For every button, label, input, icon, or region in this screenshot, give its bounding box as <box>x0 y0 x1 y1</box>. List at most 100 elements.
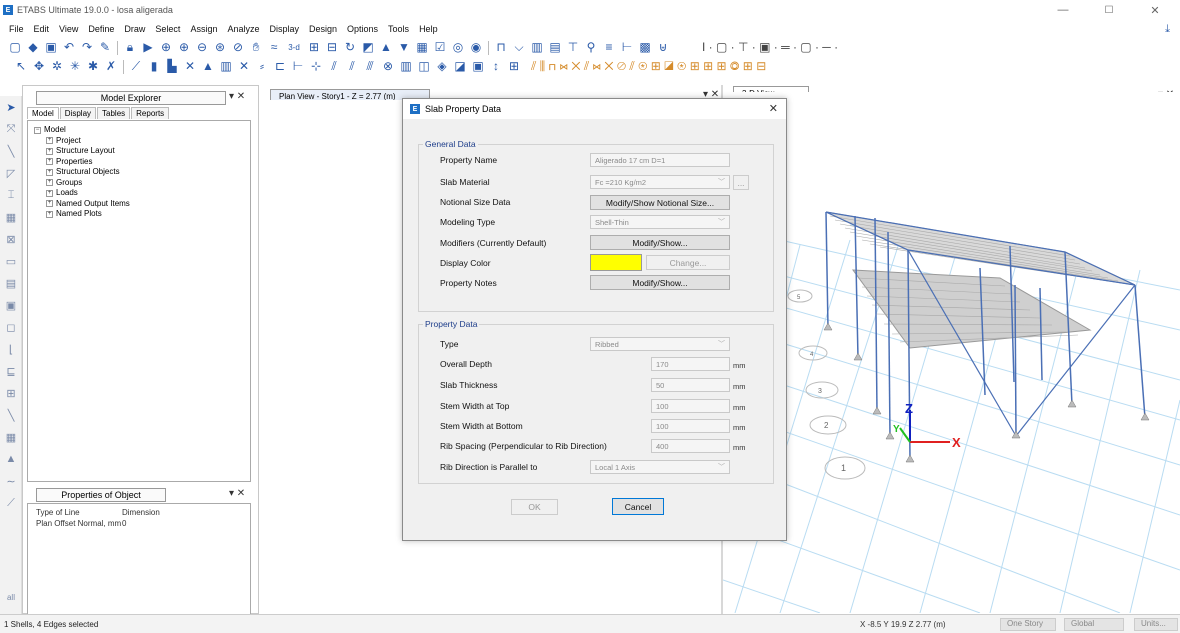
3d-view-icon[interactable]: 3-d <box>283 38 305 57</box>
quick-draw-brace-icon[interactable]: ⫻ <box>361 57 379 76</box>
tab-model[interactable]: Model <box>27 107 59 119</box>
draw-reference-icon[interactable]: ⊹ <box>307 57 325 76</box>
draw-tools-icon[interactable]: I · ▢ · ⊤ · ▣ · ═ · ▢ · ─ · <box>672 38 838 57</box>
draw-table-icon[interactable]: ▦ <box>0 426 22 448</box>
pointer-icon[interactable]: ➤ <box>0 96 22 118</box>
draw-beam-strip-icon[interactable]: ⌊ <box>0 338 22 360</box>
tab-tables[interactable]: Tables <box>97 107 131 119</box>
draw-wall-stack-icon[interactable]: ▤ <box>0 272 22 294</box>
perspective-icon[interactable]: ◩ <box>359 38 377 57</box>
tree-root[interactable]: − Model <box>34 125 244 136</box>
expand-icon[interactable]: + <box>46 179 53 187</box>
display-color-swatch[interactable] <box>590 254 642 271</box>
expand-icon[interactable]: + <box>46 210 53 218</box>
draw-ramp-icon[interactable]: ⟋ <box>0 492 22 514</box>
tab-display[interactable]: Display <box>59 107 97 119</box>
assign-loads-icon[interactable]: ⫽ ⫼ ⊓ ⋈ ✕ ⫽ ⋈ ✕ ⊘ ⫽ ⊛ ⊞ ◪ ⊛ ⊞ ⊞ ⊞ ◎ ⊞ ⊟ <box>523 57 783 76</box>
zoom-out-icon[interactable]: ⊖ <box>193 38 211 57</box>
undo-icon[interactable]: ↶ <box>60 38 78 57</box>
quick-draw-secondary-icon[interactable]: ⫽ <box>343 57 361 76</box>
draw-wall-icon[interactable]: ✕ <box>181 57 199 76</box>
tree-item-structure-layout[interactable]: + Structure Layout <box>34 146 244 157</box>
draw-stair-icon[interactable]: ▲ <box>0 448 22 470</box>
draw-tendon-icon[interactable]: ⊞ <box>0 382 22 404</box>
menu-select[interactable]: Select <box>150 24 185 34</box>
draw-opening-icon[interactable]: ▲ <box>199 57 217 76</box>
ok-button[interactable]: OK <box>511 499 558 515</box>
steel-frame-design-icon[interactable]: ≡ <box>600 38 618 57</box>
menu-draw[interactable]: Draw <box>119 24 150 34</box>
menu-tools[interactable]: Tools <box>383 24 414 34</box>
slab-material-select[interactable]: Fc =210 Kg/m2 ﹀ <box>590 175 730 189</box>
assign-shell-section-icon[interactable]: ◫ <box>415 57 433 76</box>
change-color-button[interactable]: Change... <box>646 255 730 270</box>
property-value[interactable]: 0 <box>122 519 126 530</box>
close-window-button[interactable]: ✕ <box>1132 0 1178 20</box>
plan-view-icon[interactable]: ⊞ <box>305 38 323 57</box>
draw-dimension-icon[interactable]: ✕ <box>235 57 253 76</box>
draw-frame-icon[interactable]: ✳ <box>66 57 84 76</box>
zoom-previous-icon[interactable]: ⊘ <box>229 38 247 57</box>
quick-draw-icon[interactable]: ⫽ <box>325 57 343 76</box>
3d-view-canvas[interactable]: 1 2 3 4 5 Z X Y <box>723 92 1180 613</box>
menu-view[interactable]: View <box>54 24 83 34</box>
zoom-window-icon[interactable]: ⊕ <box>157 38 175 57</box>
maximize-button[interactable]: ☐ <box>1086 0 1132 20</box>
draw-link-icon[interactable]: ✗ <box>102 57 120 76</box>
slab-type-select[interactable]: Ribbed ﹀ <box>590 337 730 351</box>
coordinate-system-select[interactable]: Global <box>1064 617 1124 631</box>
assign-diaphragm-icon[interactable]: ◈ <box>433 57 451 76</box>
minimize-button[interactable]: — <box>1040 0 1086 20</box>
run-analysis-icon[interactable]: ▶ <box>139 38 157 57</box>
modifiers-button[interactable]: Modify/Show... <box>590 235 730 250</box>
expand-icon[interactable]: + <box>46 200 53 208</box>
draw-column-icon[interactable]: ▮ <box>145 57 163 76</box>
stem-width-top-input[interactable]: 100 <box>651 399 730 413</box>
lock-icon[interactable]: 🔒︎ <box>121 38 139 57</box>
menu-help[interactable]: Help <box>414 24 443 34</box>
rib-direction-select[interactable]: Local 1 Axis ﹀ <box>590 460 730 474</box>
notional-size-button[interactable]: Modify/Show Notional Size... <box>590 195 730 210</box>
menu-design[interactable]: Design <box>304 24 342 34</box>
show-loads-icon[interactable]: ◉ <box>467 38 485 57</box>
story-select[interactable]: One Story <box>1000 617 1056 631</box>
move-up-icon[interactable]: ▲ <box>377 38 395 57</box>
draw-beam-icon[interactable]: ⟋ <box>127 57 145 76</box>
shear-wall-design-icon[interactable]: ▩ <box>636 38 654 57</box>
property-name-input[interactable]: Aligerado 17 cm D=1 <box>590 153 730 167</box>
menu-edit[interactable]: Edit <box>29 24 55 34</box>
assign-pier-icon[interactable]: ◪ <box>451 57 469 76</box>
property-row[interactable]: Plan Offset Normal, mm 0 <box>32 519 246 530</box>
zoom-all-icon[interactable]: ⊛ <box>211 38 229 57</box>
dialog-close-button[interactable]: ✕ <box>769 102 778 115</box>
menu-define[interactable]: Define <box>83 24 119 34</box>
draw-slab-icon[interactable]: ▙ <box>163 57 181 76</box>
tree-item-named-plots[interactable]: + Named Plots <box>34 209 244 220</box>
elevation-view-icon[interactable]: ⊟ <box>323 38 341 57</box>
draw-area-icon[interactable]: ◸ <box>0 162 22 184</box>
object-shrink-icon[interactable]: ▦ <box>413 38 431 57</box>
menu-analyze[interactable]: Analyze <box>222 24 264 34</box>
assign-restraints-icon[interactable]: ⊗ <box>379 57 397 76</box>
draw-line-icon[interactable]: ╲ <box>0 140 22 162</box>
tree-item-structural-objects[interactable]: + Structural Objects <box>34 167 244 178</box>
redo-icon[interactable]: ↷ <box>78 38 96 57</box>
expand-icon[interactable]: + <box>46 137 53 145</box>
draw-curve-icon[interactable]: ∼ <box>0 470 22 492</box>
opening-icon[interactable]: ◻ <box>0 316 22 338</box>
rotate-icon[interactable]: ↻ <box>341 38 359 57</box>
expand-icon[interactable]: + <box>46 168 53 176</box>
draw-grid-area-icon[interactable]: ▦ <box>0 206 22 228</box>
frame-icon[interactable]: ⊓ <box>492 38 510 57</box>
reshape-icon[interactable]: ✥ <box>30 57 48 76</box>
new-model-icon[interactable]: ▢ <box>6 38 24 57</box>
force-diagram-icon[interactable]: ▥ <box>528 38 546 57</box>
pencil-icon[interactable]: ✎ <box>96 38 114 57</box>
expand-icon[interactable]: + <box>46 147 53 155</box>
slab-thickness-input[interactable]: 50 <box>651 378 730 392</box>
draw-section-cut-icon[interactable]: ⸗ <box>253 57 271 76</box>
show-undeformed-icon[interactable]: ◎ <box>449 38 467 57</box>
reshaper-icon[interactable]: ⤧ <box>0 118 22 140</box>
expand-icon[interactable]: + <box>46 158 53 166</box>
tree-item-project[interactable]: + Project <box>34 136 244 147</box>
